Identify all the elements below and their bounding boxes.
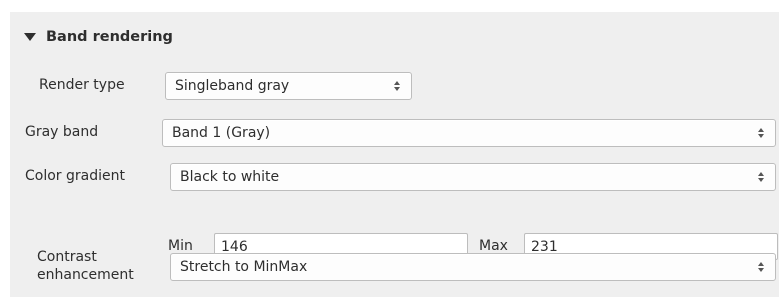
color-gradient-label: Color gradient [25, 168, 125, 184]
contrast-enhancement-select[interactable]: Stretch to MinMax [170, 253, 776, 281]
color-gradient-select[interactable]: Black to white [170, 163, 776, 191]
triangle-down-icon[interactable] [24, 33, 36, 41]
render-type-select[interactable]: Singleband gray [165, 72, 412, 100]
spinner-arrows-icon [751, 172, 771, 182]
contrast-enhancement-value: Stretch to MinMax [180, 259, 308, 275]
section-title: Band rendering [46, 29, 173, 45]
render-type-value: Singleband gray [175, 78, 290, 94]
contrast-label-line1: Contrast [37, 249, 97, 265]
render-type-label: Render type [39, 77, 125, 93]
band-rendering-header[interactable]: Band rendering [24, 29, 173, 45]
gray-band-label: Gray band [25, 124, 99, 140]
spinner-arrows-icon [751, 262, 771, 272]
contrast-label-line2: enhancement [37, 267, 134, 283]
min-label: Min [168, 238, 193, 254]
max-label: Max [479, 238, 508, 254]
contrast-enhancement-label: Contrast enhancement [37, 248, 134, 284]
color-gradient-value: Black to white [180, 169, 280, 185]
spinner-arrows-icon [751, 128, 771, 138]
spinner-arrows-icon [387, 81, 407, 91]
gray-band-select[interactable]: Band 1 (Gray) [162, 119, 776, 147]
gray-band-value: Band 1 (Gray) [172, 125, 271, 141]
